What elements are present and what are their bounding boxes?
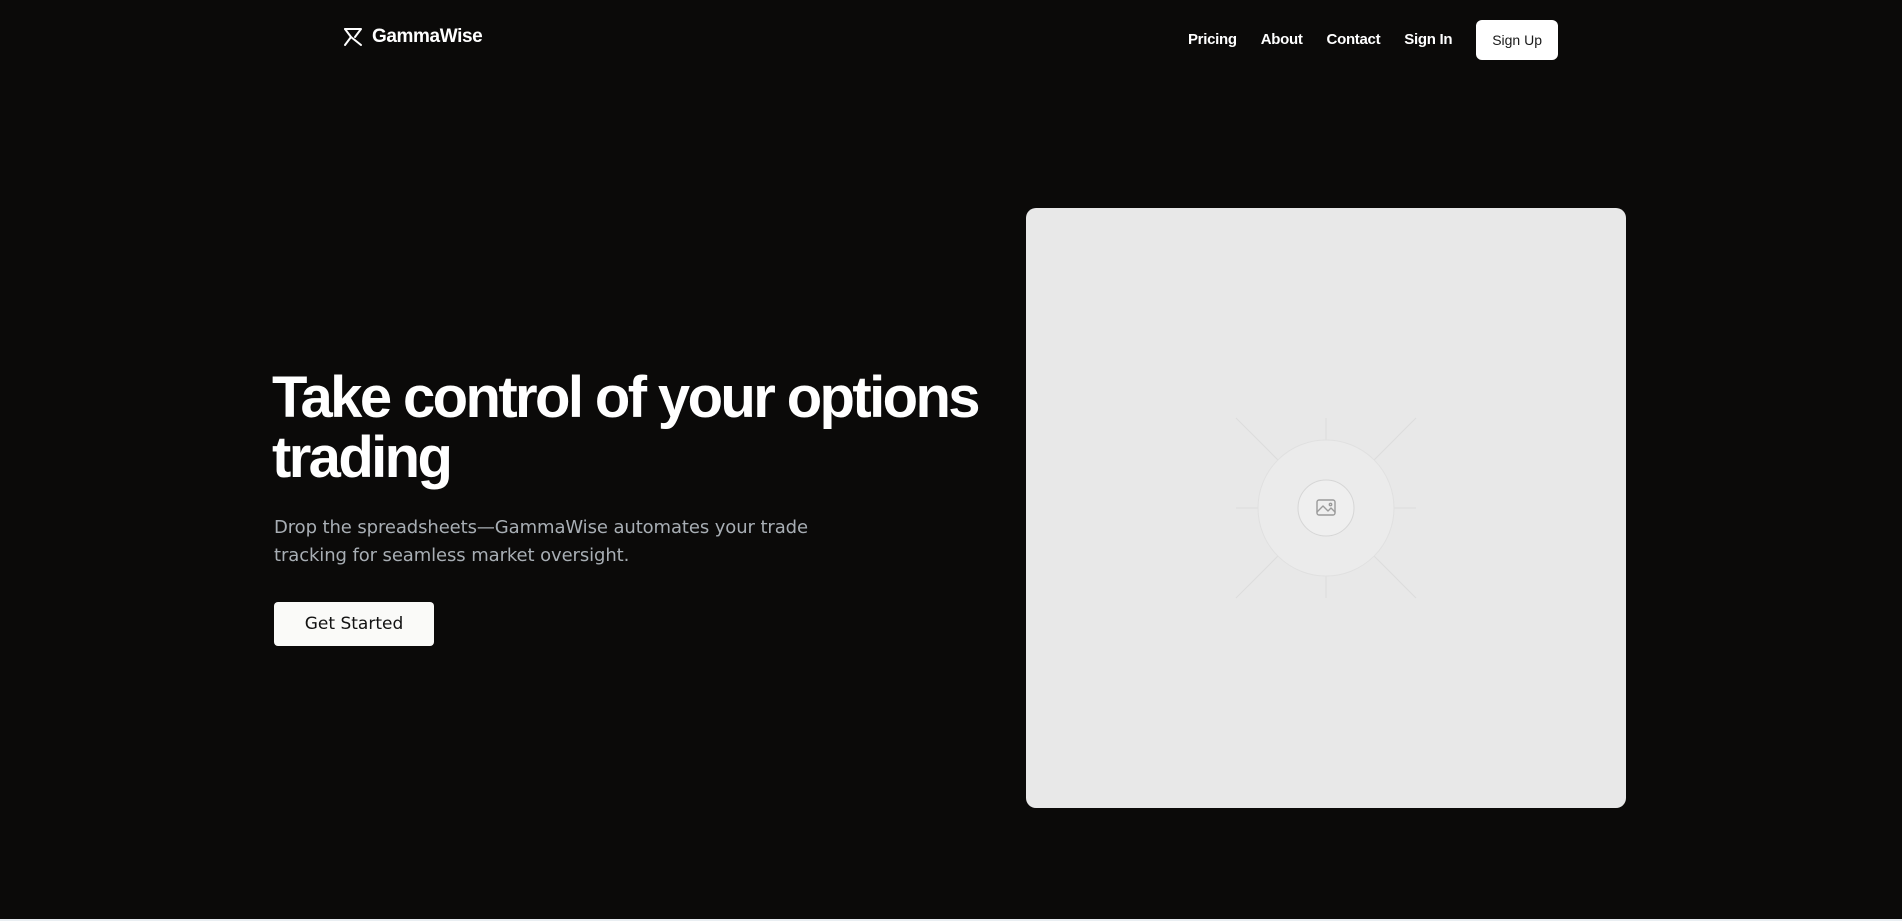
placeholder-art bbox=[1235, 417, 1417, 599]
main-nav: Pricing About Contact Sign In Sign Up bbox=[1188, 20, 1558, 60]
sign-up-button[interactable]: Sign Up bbox=[1476, 20, 1558, 60]
nav-link-pricing[interactable]: Pricing bbox=[1188, 20, 1237, 60]
nav-link-about[interactable]: About bbox=[1261, 20, 1303, 60]
nav-link-contact[interactable]: Contact bbox=[1327, 20, 1381, 60]
hero-image-placeholder bbox=[1026, 208, 1626, 808]
brand-name: GammaWise bbox=[372, 26, 483, 47]
gammawise-logo-icon bbox=[342, 26, 364, 48]
site-header: GammaWise Pricing About Contact Sign In … bbox=[0, 0, 1902, 80]
get-started-button[interactable]: Get Started bbox=[274, 602, 434, 646]
nav-link-sign-in[interactable]: Sign In bbox=[1404, 20, 1452, 60]
hero-title: Take control of your options trading bbox=[272, 365, 981, 490]
landing-page: GammaWise Pricing About Contact Sign In … bbox=[0, 0, 1902, 921]
hero-subtitle: Drop the spreadsheets—GammaWise automate… bbox=[274, 517, 808, 566]
brand-logo-link[interactable]: GammaWise bbox=[342, 26, 483, 48]
